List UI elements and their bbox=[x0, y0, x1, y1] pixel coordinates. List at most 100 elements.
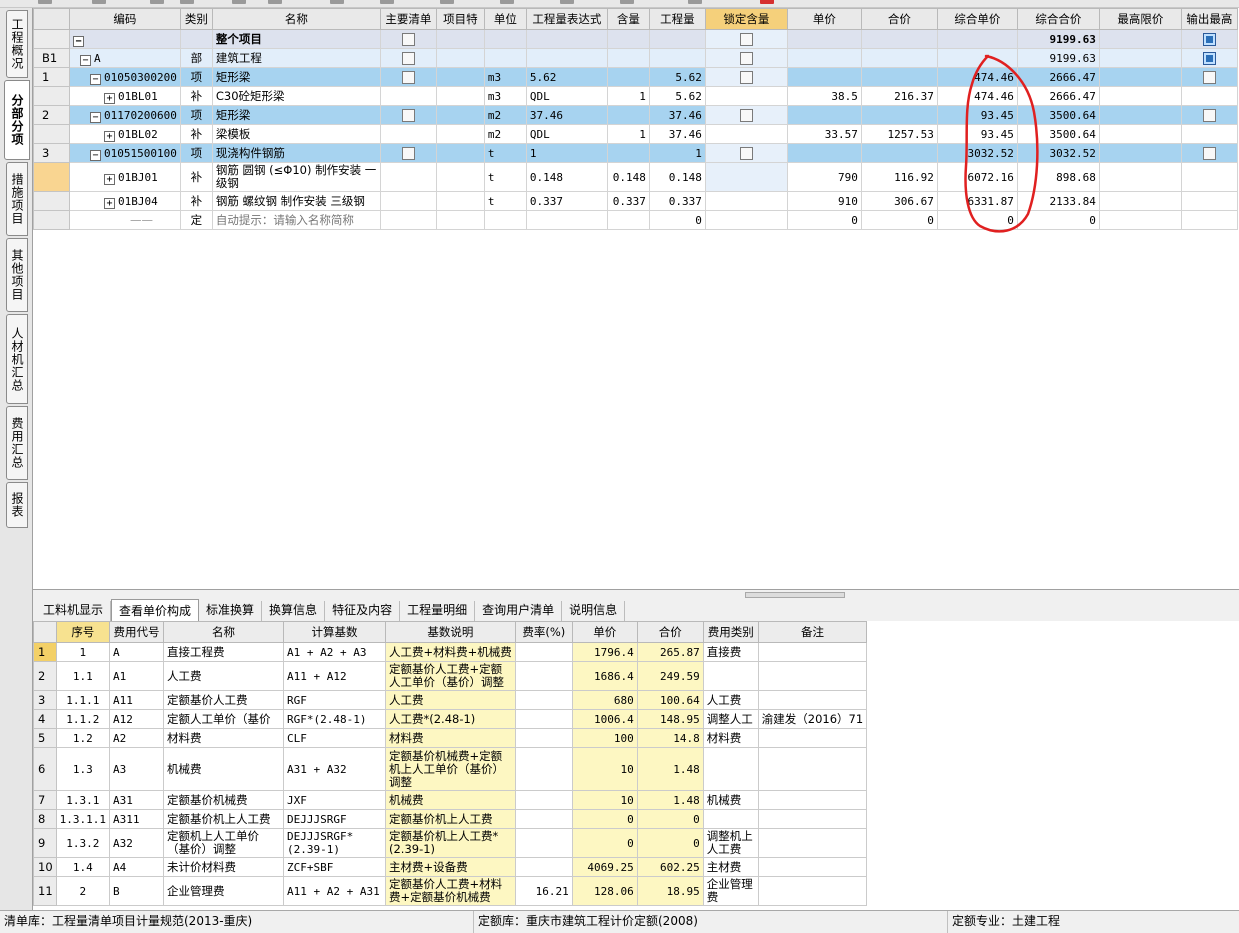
col-main-list-header[interactable]: 主要清单 bbox=[379, 8, 437, 30]
fee-rate[interactable] bbox=[514, 709, 573, 729]
fee-category[interactable]: 直接费 bbox=[702, 642, 759, 662]
item-expression[interactable] bbox=[525, 210, 608, 230]
fee-note[interactable] bbox=[757, 828, 868, 858]
fee-name[interactable]: 未计价材料费 bbox=[163, 857, 284, 877]
item-quantity[interactable]: 37.46 bbox=[648, 105, 706, 125]
fee-calc-base[interactable]: ZCF+SBF bbox=[283, 857, 386, 877]
fee-seq[interactable]: 1.2 bbox=[55, 728, 111, 748]
fee-note[interactable] bbox=[757, 809, 868, 829]
col-base-desc-header[interactable]: 基数说明 bbox=[385, 621, 516, 643]
item-name[interactable]: 钢筋 螺纹钢 制作安装 三级钢 bbox=[211, 191, 381, 211]
lock-content-cell[interactable] bbox=[704, 86, 788, 106]
fee-calc-base[interactable]: A11 + A2 + A31 bbox=[283, 876, 386, 906]
expand-icon[interactable]: + bbox=[104, 173, 115, 185]
fee-rate[interactable] bbox=[514, 661, 573, 691]
col-name-header[interactable]: 名称 bbox=[211, 8, 381, 30]
main-list-cell[interactable] bbox=[379, 105, 437, 125]
collapse-icon[interactable]: − bbox=[90, 111, 101, 123]
collapse-icon[interactable]: − bbox=[73, 35, 84, 47]
fee-rate[interactable] bbox=[514, 728, 573, 748]
fee-name[interactable]: 定额基价人工费 bbox=[163, 690, 284, 710]
fee-rate[interactable] bbox=[514, 828, 573, 858]
item-quantity[interactable]: 0 bbox=[648, 210, 706, 230]
main-list-cell[interactable] bbox=[379, 143, 437, 163]
collapse-icon[interactable]: − bbox=[90, 73, 101, 85]
item-quantity[interactable]: 1 bbox=[648, 143, 706, 163]
lock-content-cell[interactable] bbox=[704, 210, 788, 230]
features-cell[interactable] bbox=[435, 143, 485, 163]
fee-seq[interactable]: 1 bbox=[55, 642, 111, 662]
col-total-price-header[interactable]: 合价 bbox=[860, 8, 938, 30]
tree-cell[interactable]: −01050300200 bbox=[69, 67, 181, 87]
item-content[interactable] bbox=[606, 105, 650, 125]
fee-category[interactable]: 人工费 bbox=[702, 690, 759, 710]
fee-code[interactable]: A11 bbox=[109, 690, 164, 710]
fee-row[interactable]: 11 2 B 企业管理费 A11 + A2 + A31 定额基价人工费+材料费+… bbox=[33, 876, 868, 906]
fee-category[interactable] bbox=[702, 809, 759, 829]
col-code-header[interactable]: 编码 bbox=[69, 8, 181, 30]
item-name[interactable]: 现浇构件钢筋 bbox=[211, 143, 381, 163]
tree-cell[interactable]: +01BJ04 bbox=[69, 191, 181, 211]
fee-calc-base[interactable]: CLF bbox=[283, 728, 386, 748]
item-max-price[interactable] bbox=[1098, 86, 1182, 106]
fee-category[interactable]: 企业管理费 bbox=[702, 876, 759, 906]
main-list-cell[interactable] bbox=[379, 124, 437, 144]
fee-seq[interactable]: 1.1.1 bbox=[55, 690, 111, 710]
fee-note[interactable]: 渝建发（2016）71 bbox=[757, 709, 868, 729]
fee-seq[interactable]: 1.3 bbox=[55, 747, 111, 791]
output-max-cell[interactable] bbox=[1180, 105, 1238, 125]
tab-features-content[interactable]: 特征及内容 bbox=[325, 601, 401, 621]
item-unit[interactable]: m2 bbox=[483, 124, 527, 144]
item-quantity[interactable]: 0.337 bbox=[648, 191, 706, 211]
item-unit[interactable]: t bbox=[483, 191, 527, 211]
fee-row[interactable]: 7 1.3.1 A31 定额基价机械费 JXF 机械费 10 1.48 机械费 bbox=[33, 790, 868, 810]
item-name[interactable]: 矩形梁 bbox=[211, 105, 381, 125]
tab-query-user-list[interactable]: 查询用户清单 bbox=[475, 601, 563, 621]
item-max-price[interactable] bbox=[1098, 143, 1182, 163]
features-cell[interactable] bbox=[435, 124, 485, 144]
fee-row[interactable]: 6 1.3 A3 机械费 A31 + A32 定额基价机械费+定额机上人工单价（… bbox=[33, 747, 868, 791]
item-name[interactable]: 建筑工程 bbox=[211, 48, 381, 68]
features-cell[interactable] bbox=[435, 210, 485, 230]
fee-code[interactable]: A3 bbox=[109, 747, 164, 791]
output-max-cell[interactable] bbox=[1180, 67, 1238, 87]
item-name[interactable]: 整个项目 bbox=[211, 29, 381, 49]
item-content[interactable]: 1 bbox=[606, 124, 650, 144]
item-content[interactable]: 0.148 bbox=[606, 162, 650, 192]
lock-content-cell[interactable] bbox=[704, 143, 788, 163]
col-unit-price-header[interactable]: 单价 bbox=[786, 8, 862, 30]
fee-note[interactable] bbox=[757, 857, 868, 877]
fee-note[interactable] bbox=[757, 661, 868, 691]
fee-name[interactable]: 直接工程费 bbox=[163, 642, 284, 662]
features-cell[interactable] bbox=[435, 191, 485, 211]
fee-calc-base[interactable]: RGF*(2.48-1) bbox=[283, 709, 386, 729]
fee-code[interactable]: A12 bbox=[109, 709, 164, 729]
output-max-cell[interactable] bbox=[1180, 210, 1238, 230]
fee-category[interactable]: 机械费 bbox=[702, 790, 759, 810]
col-calc-base-header[interactable]: 计算基数 bbox=[283, 621, 386, 643]
fee-name[interactable]: 机械费 bbox=[163, 747, 284, 791]
name-autocomplete-hint[interactable]: 自动提示：请输入名称简称 bbox=[211, 210, 381, 230]
fee-row[interactable]: 3 1.1.1 A11 定额基价人工费 RGF 人工费 680 100.64 人… bbox=[33, 690, 868, 710]
collapse-icon[interactable]: − bbox=[90, 149, 101, 161]
fee-name[interactable]: 定额人工单价（基价 bbox=[163, 709, 284, 729]
lock-content-checkbox[interactable] bbox=[739, 52, 753, 65]
fee-category[interactable]: 主材费 bbox=[702, 857, 759, 877]
features-cell[interactable] bbox=[435, 105, 485, 125]
item-name[interactable]: 矩形梁 bbox=[211, 67, 381, 87]
fee-code[interactable]: A4 bbox=[109, 857, 164, 877]
col-max-price-header[interactable]: 最高限价 bbox=[1098, 8, 1182, 30]
fee-rate[interactable] bbox=[514, 790, 573, 810]
fee-seq[interactable]: 1.3.2 bbox=[55, 828, 111, 858]
main-list-cell[interactable] bbox=[379, 191, 437, 211]
item-max-price[interactable] bbox=[1098, 210, 1182, 230]
main-list-cell[interactable] bbox=[379, 86, 437, 106]
fee-category[interactable]: 调整人工 bbox=[702, 709, 759, 729]
table-row[interactable]: —— 定 自动提示：请输入名称简称 0 0 0 0 0 bbox=[33, 210, 1238, 230]
fee-code[interactable]: A1 bbox=[109, 661, 164, 691]
fee-row[interactable]: 10 1.4 A4 未计价材料费 ZCF+SBF 主材费+设备费 4069.25… bbox=[33, 857, 868, 877]
fee-note[interactable] bbox=[757, 876, 868, 906]
fee-category[interactable] bbox=[702, 661, 759, 691]
fee-rate[interactable] bbox=[514, 747, 573, 791]
col-lock-content-header[interactable]: 锁定含量 bbox=[704, 8, 788, 30]
